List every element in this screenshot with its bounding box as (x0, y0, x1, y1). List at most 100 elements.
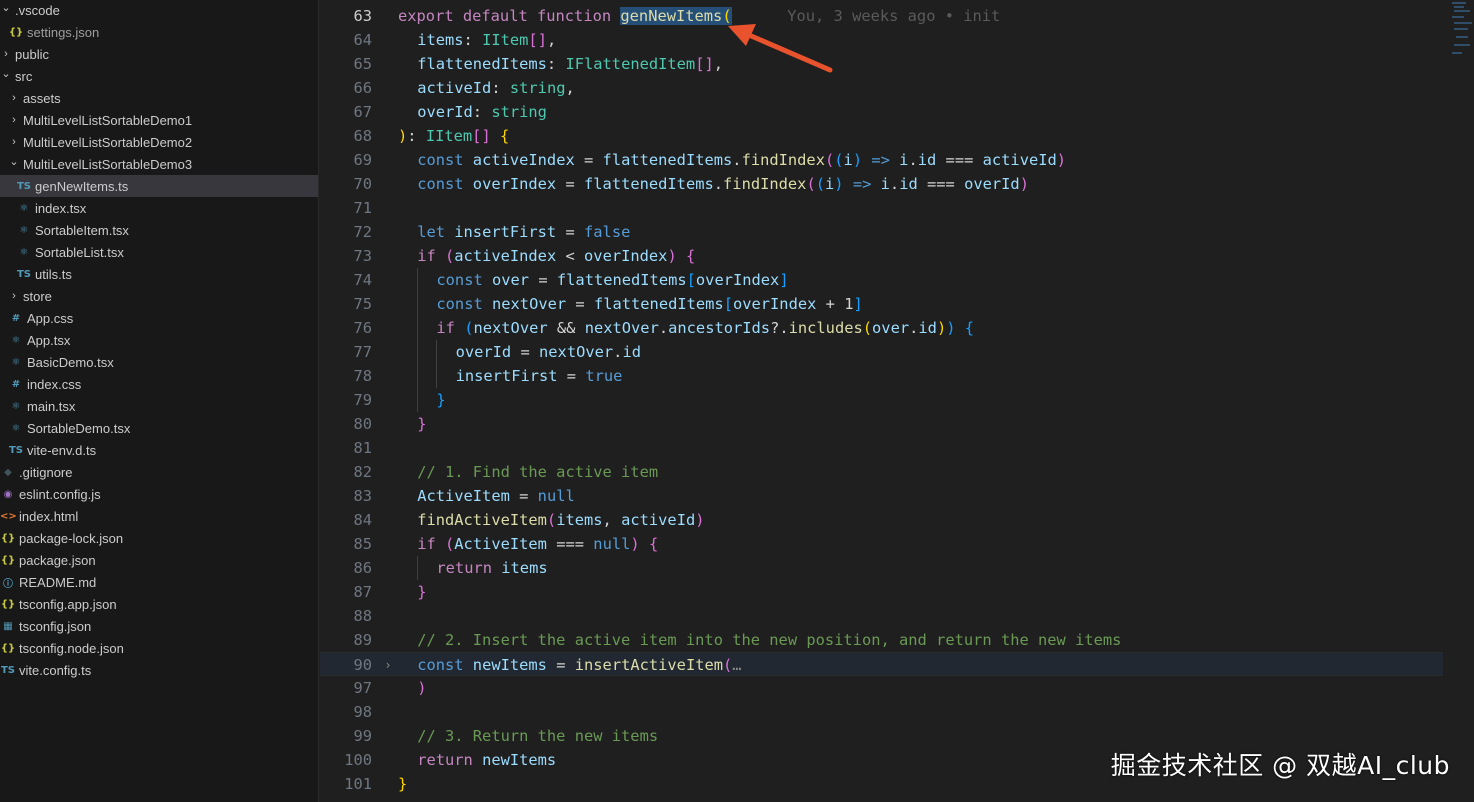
code-token: ) (852, 151, 863, 169)
code-line[interactable]: 66 activeId: string, (320, 76, 1443, 100)
code-line[interactable]: 97) (320, 676, 1443, 700)
code-line[interactable]: 88 (320, 604, 1443, 628)
explorer-file[interactable]: ⓘ README.md (0, 571, 318, 593)
code-line[interactable]: 63 export default function genNewItems( Y… (320, 4, 1443, 28)
code-line[interactable]: 73 if (activeIndex < overIndex) { (320, 244, 1443, 268)
explorer-item-label: SortableItem.tsx (35, 222, 129, 238)
explorer-file[interactable]: ⚛ BasicDemo.tsx (0, 351, 318, 373)
html-icon: <> (0, 510, 17, 522)
code-line[interactable]: 81 (320, 436, 1443, 460)
explorer-file[interactable]: {} tsconfig.app.json (0, 593, 318, 615)
fold-chevron-icon[interactable]: › (382, 653, 394, 677)
code-line[interactable]: 99 // 3. Return the new items (320, 724, 1443, 748)
git-icon: ◆ (4, 466, 12, 478)
explorer-file[interactable]: TS vite.config.ts (0, 659, 318, 681)
explorer-file[interactable]: TS genNewItems.ts (0, 175, 318, 197)
explorer-file[interactable]: ⚛ main.tsx (0, 395, 318, 417)
explorer-file[interactable]: {} tsconfig.node.json (0, 637, 318, 659)
explorer-file[interactable]: # App.css (0, 307, 318, 329)
explorer-file[interactable]: {} package-lock.json (0, 527, 318, 549)
line-number: 80 (353, 415, 372, 433)
explorer-file[interactable]: {} package.json (0, 549, 318, 571)
code-line[interactable]: 82 // 1. Find the active item (320, 460, 1443, 484)
code-line[interactable]: 72 let insertFirst = false (320, 220, 1443, 244)
code-text: return items (436, 556, 547, 580)
explorer-folder[interactable]: › public (0, 43, 318, 65)
explorer-folder[interactable]: ⌄ .vscode (0, 0, 318, 21)
chevron-down-icon: ⌄ (9, 155, 19, 168)
explorer-folder[interactable]: ⌄ MultiLevelListSortableDemo3 (0, 153, 318, 175)
explorer-folder[interactable]: › store (0, 285, 318, 307)
explorer-file[interactable]: ⚛ SortableDemo.tsx (0, 417, 318, 439)
code-token: nextOver (584, 319, 659, 337)
code-line[interactable]: 98 (320, 700, 1443, 724)
explorer-file[interactable]: {} settings.json (0, 21, 318, 43)
line-number: 69 (353, 151, 372, 169)
explorer-folder[interactable]: › MultiLevelListSortableDemo2 (0, 131, 318, 153)
code-line[interactable]: 84 findActiveItem(items, activeId) (320, 508, 1443, 532)
explorer-file[interactable]: TS utils.ts (0, 263, 318, 285)
explorer-item-label: MultiLevelListSortableDemo1 (23, 112, 193, 128)
explorer-file[interactable]: ⚛ SortableItem.tsx (0, 219, 318, 241)
react-icon: ⚛ (19, 246, 29, 258)
line-number: 97 (353, 679, 372, 697)
code-line[interactable]: 69 const activeIndex = flattenedItems.fin… (320, 148, 1443, 172)
code-text: insertFirst = true (456, 364, 623, 388)
minimap[interactable] (1450, 0, 1474, 64)
code-token: null (593, 535, 631, 553)
code-line[interactable]: 83 ActiveItem = null (320, 484, 1443, 508)
code-line[interactable]: 80} (320, 412, 1443, 436)
code-line[interactable]: 90 › const newItems = insertActiveItem(… (320, 652, 1443, 676)
code-line[interactable]: 75 const nextOver = flattenedItems[overIn… (320, 292, 1443, 316)
code-text: return newItems (417, 748, 556, 772)
minimap-line (1454, 28, 1468, 30)
code-line[interactable]: 87} (320, 580, 1443, 604)
code-token: . (732, 151, 742, 169)
code-text: activeId: string, (417, 76, 575, 100)
explorer-item-label: tsconfig.node.json (19, 640, 124, 656)
line-number: 84 (353, 511, 372, 529)
explorer-file[interactable]: ◉ eslint.config.js (0, 483, 318, 505)
code-line[interactable]: 89 // 2. Insert the active item into the … (320, 628, 1443, 652)
code-line[interactable]: 68): IItem[] { (320, 124, 1443, 148)
explorer-file[interactable]: # index.css (0, 373, 318, 395)
code-token: + (816, 295, 845, 313)
code-line[interactable]: 76 if (nextOver && nextOver.ancestorIds?.… (320, 316, 1443, 340)
explorer-file[interactable]: <> index.html (0, 505, 318, 527)
code-token: const (436, 271, 492, 289)
code-line[interactable]: 67 overId: string (320, 100, 1443, 124)
info-icon: ⓘ (3, 578, 13, 590)
code-line[interactable]: 74 const over = flattenedItems[overIndex] (320, 268, 1443, 292)
code-line[interactable]: 77 overId = nextOver.id (320, 340, 1443, 364)
explorer-folder[interactable]: › MultiLevelListSortableDemo1 (0, 109, 318, 131)
explorer-item-label: genNewItems.ts (35, 178, 129, 194)
code-token: const (417, 656, 473, 674)
explorer-file[interactable]: ⚛ App.tsx (0, 329, 318, 351)
explorer-file[interactable]: TS vite-env.d.ts (0, 439, 318, 461)
code-line[interactable]: 71 (320, 196, 1443, 220)
explorer-item-label: index.tsx (35, 200, 87, 216)
code-token: === (936, 151, 983, 169)
explorer-folder[interactable]: › assets (0, 87, 318, 109)
explorer-item-label: src (15, 68, 33, 84)
code-token: = (566, 295, 594, 313)
css-icon: # (11, 312, 21, 324)
explorer-file[interactable]: ⚛ index.tsx (0, 197, 318, 219)
explorer-file[interactable]: ▦ tsconfig.json (0, 615, 318, 637)
explorer-file[interactable]: ◆ .gitignore (0, 461, 318, 483)
code-token: items (417, 31, 464, 49)
code-token: ( (445, 247, 455, 265)
code-token: flattenedItems (584, 175, 714, 193)
code-line[interactable]: 85 if (ActiveItem === null) { (320, 532, 1443, 556)
explorer-file[interactable]: ⚛ SortableList.tsx (0, 241, 318, 263)
code-line[interactable]: 78 insertFirst = true (320, 364, 1443, 388)
code-line[interactable]: 65 flattenedItems: IFlattenedItem[], (320, 52, 1443, 76)
code-line[interactable]: 79} (320, 388, 1443, 412)
code-token: findActiveItem (417, 511, 547, 529)
line-number: 66 (353, 79, 372, 97)
code-line[interactable]: 70 const overIndex = flattenedItems.findI… (320, 172, 1443, 196)
code-line[interactable]: 64 items: IItem[], (320, 28, 1443, 52)
code-editor[interactable]: 63 export default function genNewItems( Y… (320, 0, 1474, 802)
explorer-folder[interactable]: ⌄ src (0, 65, 318, 87)
code-line[interactable]: 86 return items (320, 556, 1443, 580)
